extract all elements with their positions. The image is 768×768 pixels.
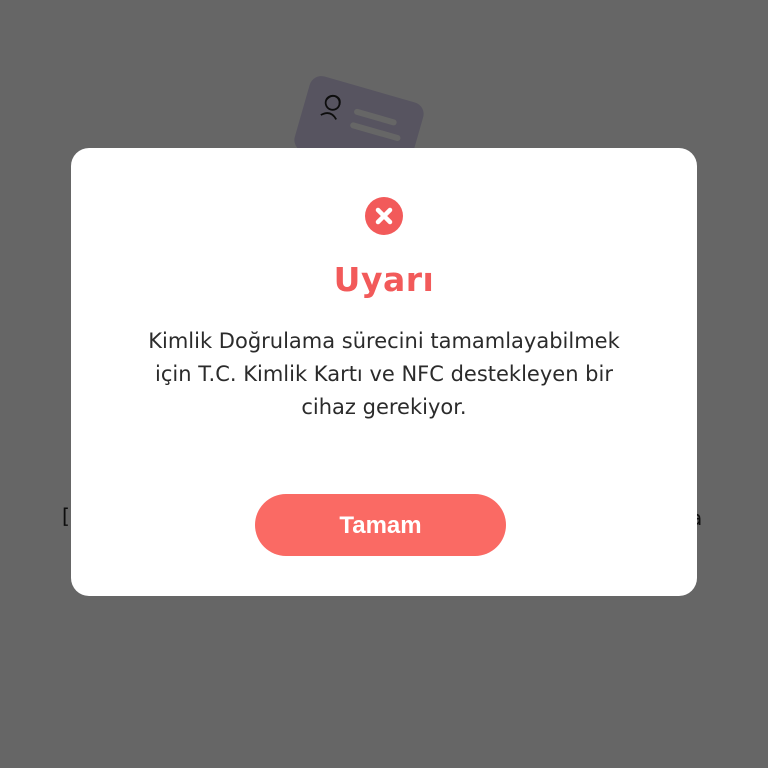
screen: [ a Uyarı Kimlik Doğrulama sürecini tama… xyxy=(0,0,768,768)
ok-button[interactable]: Tamam xyxy=(255,494,506,556)
dialog-title: Uyarı xyxy=(333,260,435,299)
alert-dialog: Uyarı Kimlik Doğrulama sürecini tamamlay… xyxy=(71,148,697,596)
error-x-icon xyxy=(365,197,403,235)
dialog-message: Kimlik Doğrulama sürecini tamamlayabilme… xyxy=(148,329,620,419)
